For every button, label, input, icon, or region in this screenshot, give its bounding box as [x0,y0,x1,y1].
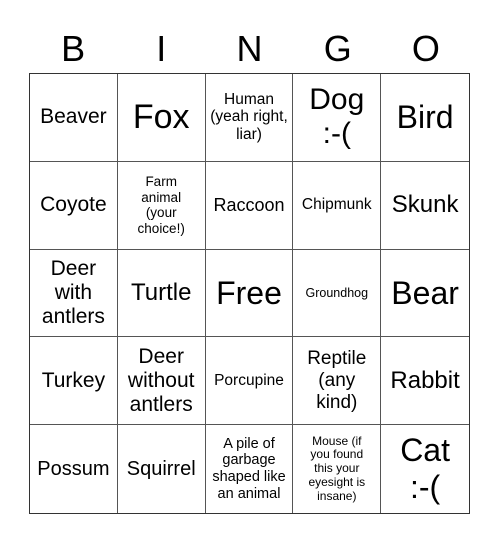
bingo-cell[interactable]: Rabbit [381,337,469,426]
header-letter-o: O [411,28,440,69]
bingo-cell[interactable]: Turtle [117,249,206,338]
bingo-cell[interactable]: Coyote [30,161,118,250]
bingo-cell[interactable]: Turkey [30,337,118,426]
bingo-cell[interactable]: Human (yeah right, liar) [205,74,294,162]
bingo-cell[interactable]: Dog :-( [293,74,382,162]
bingo-header: B I N G O [29,26,470,72]
bingo-cell[interactable]: Farm animal (your choice!) [117,161,206,250]
header-letter-b: B [61,28,86,69]
header-letter-i: I [156,28,167,69]
bingo-cell[interactable]: Deer with antlers [30,249,118,338]
bingo-cell[interactable]: Possum [30,425,118,513]
bingo-cell[interactable]: Deer without antlers [117,337,206,426]
bingo-cell[interactable]: Fox [117,74,206,162]
bingo-cell[interactable]: Groundhog [293,249,382,338]
bingo-card-grid: Beaver Fox Human (yeah right, liar) Dog … [29,73,470,514]
bingo-cell[interactable]: Skunk [381,162,469,250]
bingo-cell[interactable]: Bear [381,250,469,338]
bingo-cell[interactable]: Mouse (if you found this your eyesight i… [293,425,382,513]
bingo-cell[interactable]: Porcupine [205,337,294,426]
bingo-cell[interactable]: Raccoon [205,161,294,250]
header-letter-n: N [236,28,263,69]
bingo-cell[interactable]: Squirrel [118,425,206,513]
bingo-cell[interactable]: Bird [381,74,469,162]
bingo-cell[interactable]: Beaver [30,74,118,162]
bingo-cell[interactable]: Cat :-( [381,425,469,513]
bingo-cell[interactable]: A pile of garbage shaped like an animal [206,425,294,513]
header-letter-g: G [323,28,352,69]
bingo-cell[interactable]: Chipmunk [293,161,382,250]
bingo-cell[interactable]: Free [205,249,294,338]
bingo-cell[interactable]: Reptile (any kind) [293,337,382,426]
